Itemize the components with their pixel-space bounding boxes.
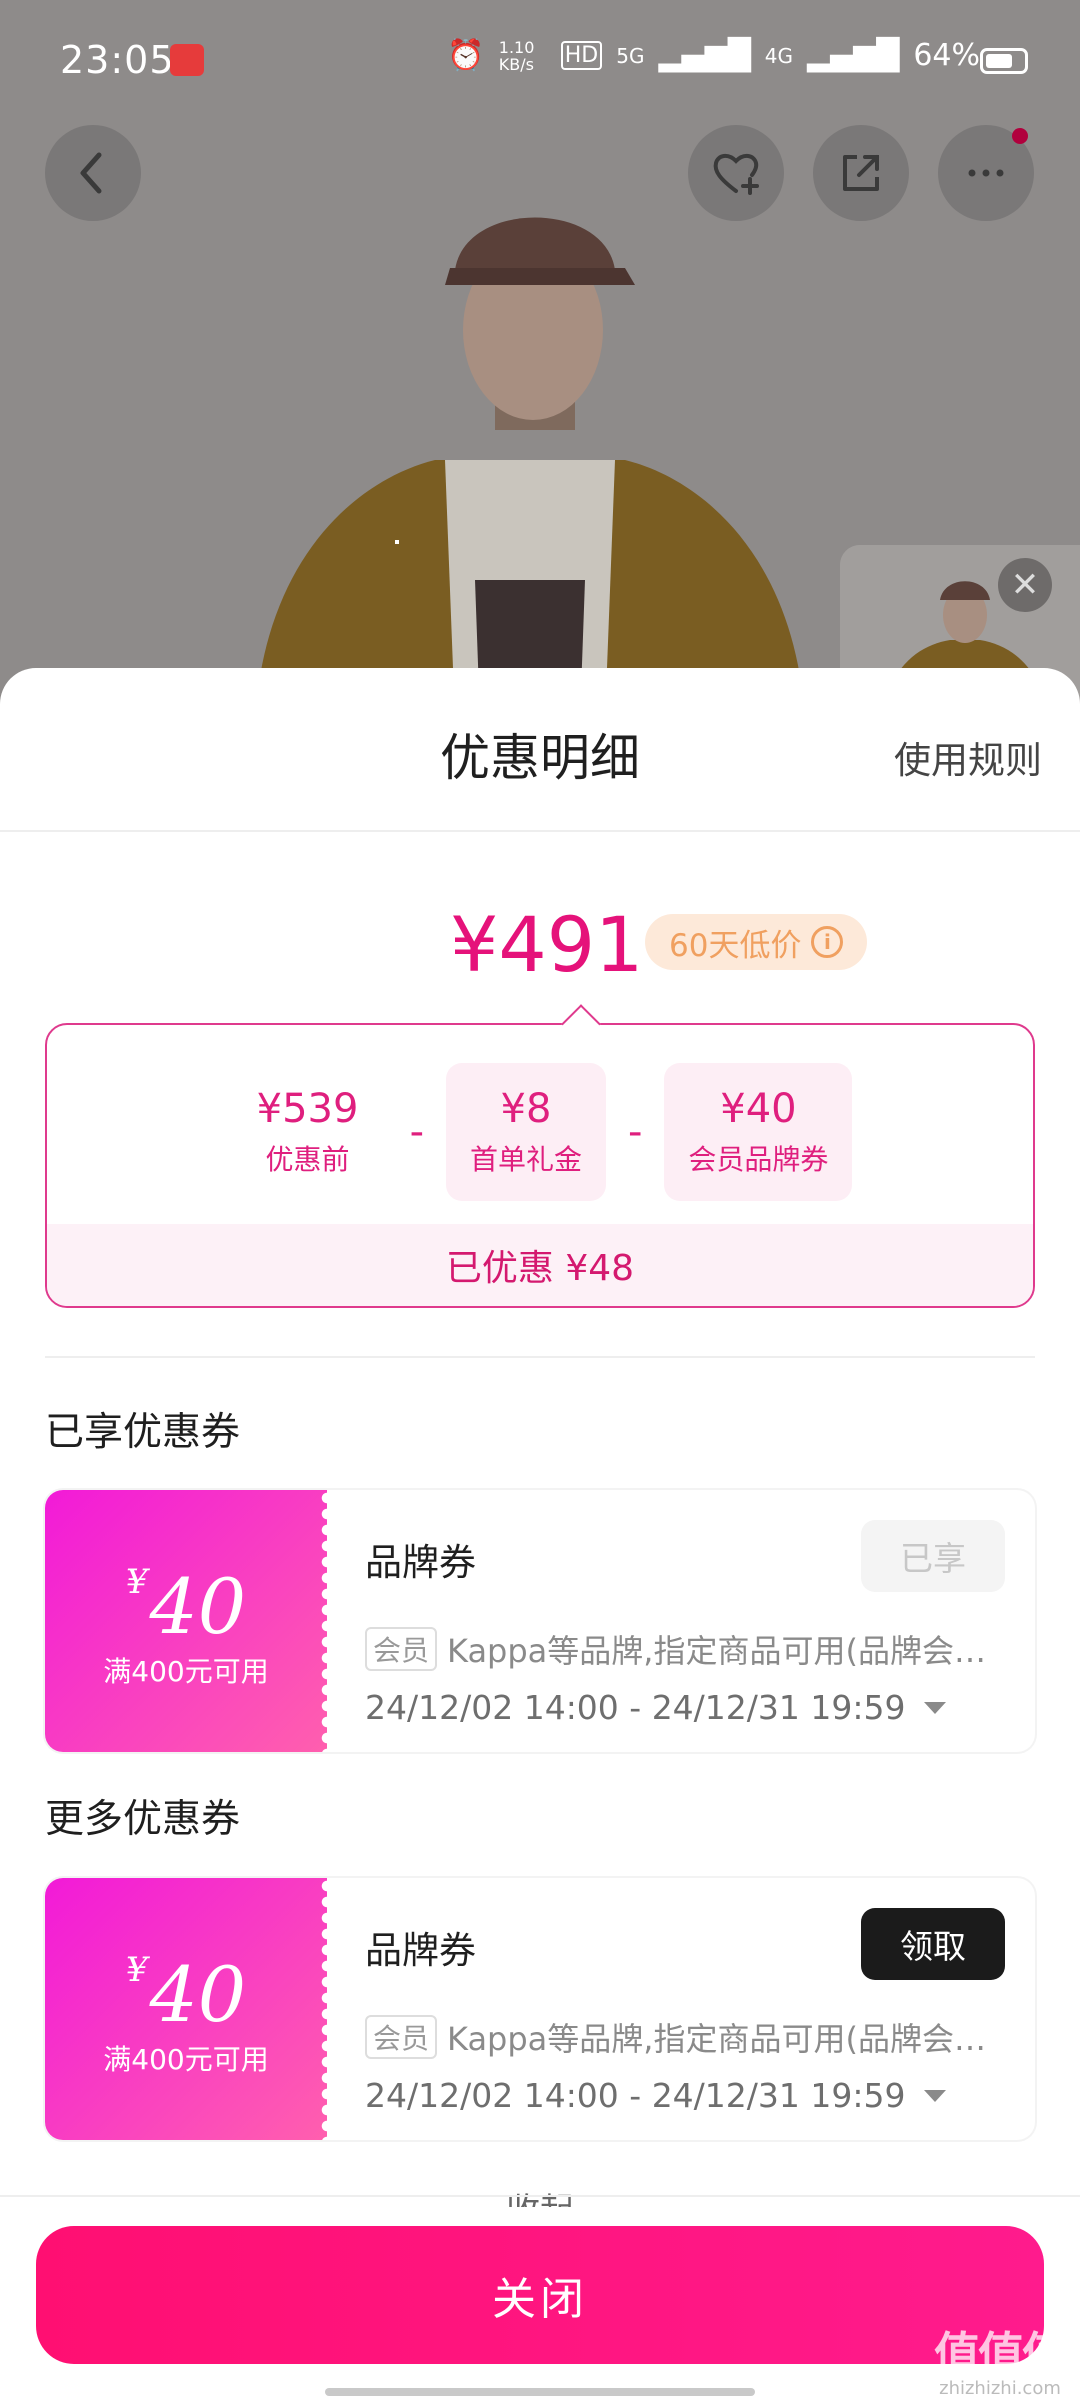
watermark-logo: 值值值 [934,2327,1068,2381]
coupon-validity[interactable]: 24/12/02 14:00 - 24/12/31 19:59 [365,1688,946,1727]
thumbnail-close-button[interactable]: ✕ [998,558,1052,612]
original-price-label: 优惠前 [265,1143,350,1176]
coupon-description: 会员 Kappa等品牌,指定商品可用(品牌会… [365,1626,1005,1672]
battery-icon [980,48,1028,74]
signal-5g-icon: 5G [616,43,645,68]
share-icon [843,155,879,191]
hd-icon: HD [560,41,603,70]
coupon-condition: 满400元可用 [103,2043,269,2076]
battery-percent: 64% [913,38,980,73]
net-speed: 1.10 KB/s [498,37,535,74]
coupon-date-range: 24/12/02 14:00 - 24/12/31 19:59 [365,1688,906,1727]
price-breakdown-box: ¥539 优惠前 - ¥8 首单礼金 - ¥40 会员品牌券 已优惠 ¥48 [45,1004,1035,1308]
price-breakdown-row: ¥539 优惠前 - ¥8 首单礼金 - ¥40 会员品牌券 [47,1063,1033,1201]
discount-detail-sheet: 优惠明细 使用规则 ¥491 60天低价 i ¥539 优惠前 - ¥8 首单礼… [0,668,1080,2400]
coupon-value: ¥40 [125,1562,247,1651]
close-button[interactable]: 关闭 [36,2226,1044,2364]
title-divider [0,830,1080,832]
coupon-card-used: ¥40 满400元可用 品牌券 已享 会员 Kappa等品牌,指定商品可用(品牌… [45,1490,1035,1752]
low-price-label: 60天低价 [669,927,802,964]
watermark-domain: zhizhizhi.com [939,2378,1061,2399]
member-brand-coupon-item: ¥40 会员品牌券 [664,1063,853,1201]
member-brand-coupon-amount: ¥40 [720,1086,797,1132]
back-icon [80,152,102,194]
status-time: 23:05 [60,38,175,82]
coupon-value-panel: ¥40 满400元可用 [45,1878,335,2140]
coupon-description: 会员 Kappa等品牌,指定商品可用(品牌会… [365,2014,1005,2060]
alarm-icon: ⏰ [447,38,485,73]
perforation-edge [319,1878,335,2140]
coupon-validity[interactable]: 24/12/02 14:00 - 24/12/31 19:59 [365,2076,946,2115]
close-icon: ✕ [1010,565,1040,605]
coupon-scope-text: Kappa等品牌,指定商品可用(品牌会… [447,1632,986,1670]
status-bar: 23:05 ⏰ 1.10 KB/s HD 5G ▂▄▆█ 4G ▂▄▆█ 64% [0,0,1080,120]
minus-operator: - [409,1109,424,1155]
signal-bars-icon-2: ▂▄▆█ [807,38,900,73]
low-price-tag[interactable]: 60天低价 i [645,914,868,970]
member-tag: 会员 [365,2015,438,2059]
more-coupons-title: 更多优惠券 [45,1797,241,1842]
first-order-gift-amount: ¥8 [500,1086,552,1132]
used-coupons-title: 已享优惠券 [45,1410,241,1455]
coupon-value: ¥40 [125,1950,247,2039]
info-icon: i [811,926,844,958]
more-icon [968,169,1004,177]
minus-operator-2: - [628,1109,643,1155]
total-saved: 已优惠 ¥48 [47,1224,1033,1306]
app-notification-icon [170,44,204,76]
favorite-add-icon [713,154,759,195]
coupon-value-panel: ¥40 满400元可用 [45,1490,335,1752]
signal-4g-icon: 4G [764,43,794,68]
coupon-condition: 满400元可用 [103,1655,269,1688]
coupon-type: 品牌券 [365,1929,476,1972]
coupon-used-button: 已享 [861,1520,1005,1592]
coupon-date-range: 24/12/02 14:00 - 24/12/31 19:59 [365,2076,906,2115]
member-tag: 会员 [365,1627,438,1671]
usage-rules-link[interactable]: 使用规则 [894,730,1042,784]
back-button[interactable] [45,125,141,221]
notification-dot [1012,128,1028,144]
expand-caret-icon[interactable] [923,2089,946,2102]
coupon-card-available: ¥40 满400元可用 品牌券 领取 会员 Kappa等品牌,指定商品可用(品牌… [45,1878,1035,2140]
section-divider [45,1356,1035,1358]
expand-caret-icon[interactable] [923,1701,946,1714]
member-brand-coupon-label: 会员品牌券 [688,1143,829,1176]
footer-divider [0,2195,1080,2197]
first-order-gift-label: 首单礼金 [469,1143,582,1176]
signal-bars-icon: ▂▄▆█ [658,38,751,73]
original-price-amount: ¥539 [256,1086,359,1132]
status-indicators: ⏰ 1.10 KB/s HD 5G ▂▄▆█ 4G ▂▄▆█ 64% [447,38,980,73]
share-button[interactable] [813,125,909,221]
first-order-gift-item: ¥8 首单礼金 [446,1063,606,1201]
coupon-type: 品牌券 [365,1541,476,1584]
final-price: ¥491 [450,900,644,989]
site-watermark: 值值值 zhizhizhi.com [934,2318,1068,2399]
favorite-button[interactable] [688,125,784,221]
perforation-edge [319,1490,335,1752]
breakdown-pointer [561,1004,601,1044]
home-indicator[interactable] [325,2388,755,2396]
claim-coupon-button[interactable]: 领取 [861,1908,1005,1980]
original-price-item: ¥539 优惠前 [228,1063,388,1201]
product-model-image [235,160,825,720]
coupon-scope-text: Kappa等品牌,指定商品可用(品牌会… [447,2020,986,2058]
